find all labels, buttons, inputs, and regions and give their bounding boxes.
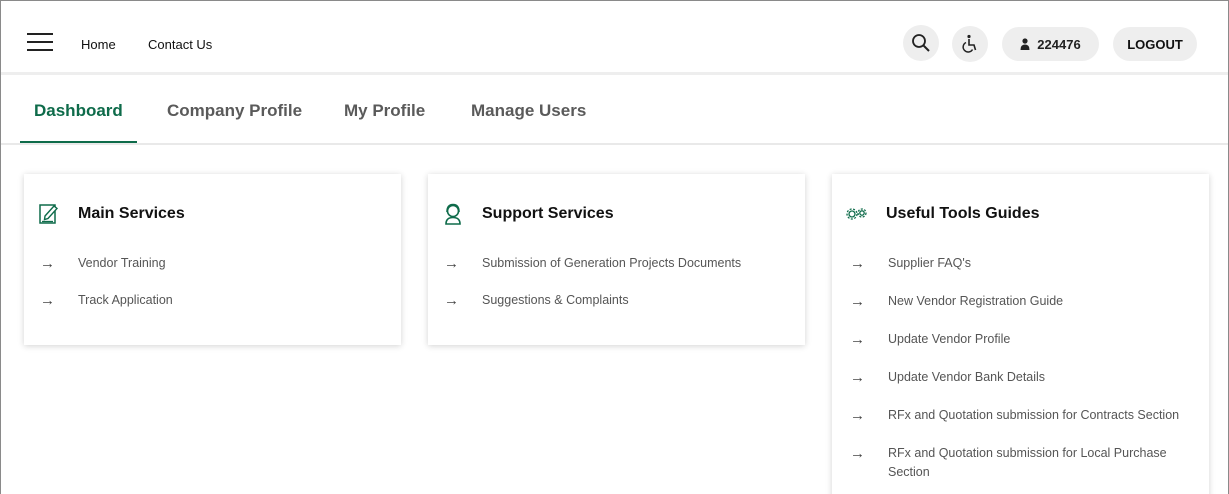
list-item[interactable]: → Vendor Training xyxy=(40,256,173,293)
arrow-right-icon: → xyxy=(40,292,55,309)
support-services-card: Support Services → Submission of Generat… xyxy=(428,174,805,345)
list-item[interactable]: → Submission of Generation Projects Docu… xyxy=(444,256,741,293)
support-services-list: → Submission of Generation Projects Docu… xyxy=(444,256,741,330)
list-item-label: Track Application xyxy=(78,293,173,307)
accessibility-button[interactable] xyxy=(952,26,988,62)
tab-my-profile[interactable]: My Profile xyxy=(344,101,425,121)
arrow-right-icon: → xyxy=(850,255,865,272)
nav-contact-link[interactable]: Contact Us xyxy=(148,37,212,52)
list-item-label: New Vendor Registration Guide xyxy=(888,294,1064,308)
arrow-right-icon: → xyxy=(850,445,865,462)
main-services-list: → Vendor Training → Track Application xyxy=(40,256,173,330)
list-item-label: Update Vendor Profile xyxy=(888,332,1011,346)
user-id-text: 224476 xyxy=(1037,36,1081,52)
logout-button[interactable]: LOGOUT xyxy=(1113,27,1197,61)
support-agent-icon xyxy=(442,202,464,226)
list-item[interactable]: → Update Vendor Bank Details xyxy=(850,370,1198,408)
tab-dashboard[interactable]: Dashboard xyxy=(34,101,123,121)
list-item[interactable]: → Update Vendor Profile xyxy=(850,332,1198,370)
arrow-right-icon: → xyxy=(850,293,865,310)
main-services-card: Main Services → Vendor Training → Track … xyxy=(24,174,401,345)
useful-tools-card: Useful Tools Guides → Supplier FAQ's → N… xyxy=(832,174,1209,494)
nav-home-link[interactable]: Home xyxy=(81,37,116,52)
arrow-right-icon: → xyxy=(40,255,55,272)
search-button[interactable] xyxy=(903,25,939,61)
menu-icon[interactable] xyxy=(27,30,53,52)
list-item[interactable]: → RFx and Quotation submission for Local… xyxy=(850,446,1198,484)
tab-manage-users[interactable]: Manage Users xyxy=(471,101,586,121)
arrow-right-icon: → xyxy=(850,331,865,348)
search-icon xyxy=(912,34,930,52)
list-item-label: Supplier FAQ's xyxy=(888,256,971,270)
arrow-right-icon: → xyxy=(850,407,865,424)
user-id-badge[interactable]: 224476 xyxy=(1002,27,1099,61)
main-services-title: Main Services xyxy=(78,205,185,222)
useful-tools-list: → Supplier FAQ's → New Vendor Registrati… xyxy=(850,256,1198,484)
useful-tools-title: Useful Tools Guides xyxy=(886,205,1040,222)
tab-company-profile[interactable]: Company Profile xyxy=(167,101,302,121)
list-item-label: Suggestions & Complaints xyxy=(482,293,629,307)
gears-icon xyxy=(846,202,868,226)
list-item[interactable]: → Suggestions & Complaints xyxy=(444,293,741,330)
list-item-label: Update Vendor Bank Details xyxy=(888,370,1046,384)
support-services-title: Support Services xyxy=(482,205,614,222)
list-item-label: Vendor Training xyxy=(78,256,166,270)
user-icon xyxy=(1020,38,1030,50)
accessibility-icon xyxy=(962,34,977,53)
active-tab-indicator xyxy=(20,141,137,143)
list-item[interactable]: → New Vendor Registration Guide xyxy=(850,294,1198,332)
list-item-label: Submission of Generation Projects Docume… xyxy=(482,256,742,270)
edit-document-icon xyxy=(38,202,60,226)
tab-bar: Dashboard Company Profile My Profile Man… xyxy=(1,77,1228,145)
list-item-label: RFx and Quotation submission for Local P… xyxy=(888,446,1167,479)
arrow-right-icon: → xyxy=(444,255,459,272)
arrow-right-icon: → xyxy=(444,292,459,309)
list-item[interactable]: → RFx and Quotation submission for Contr… xyxy=(850,408,1198,446)
arrow-right-icon: → xyxy=(850,369,865,386)
list-item[interactable]: → Track Application xyxy=(40,293,173,330)
top-bar: Home Contact Us 224476 LOGOUT xyxy=(1,1,1228,75)
list-item[interactable]: → Supplier FAQ's xyxy=(850,256,1198,294)
list-item-label: RFx and Quotation submission for Contrac… xyxy=(888,408,1180,422)
